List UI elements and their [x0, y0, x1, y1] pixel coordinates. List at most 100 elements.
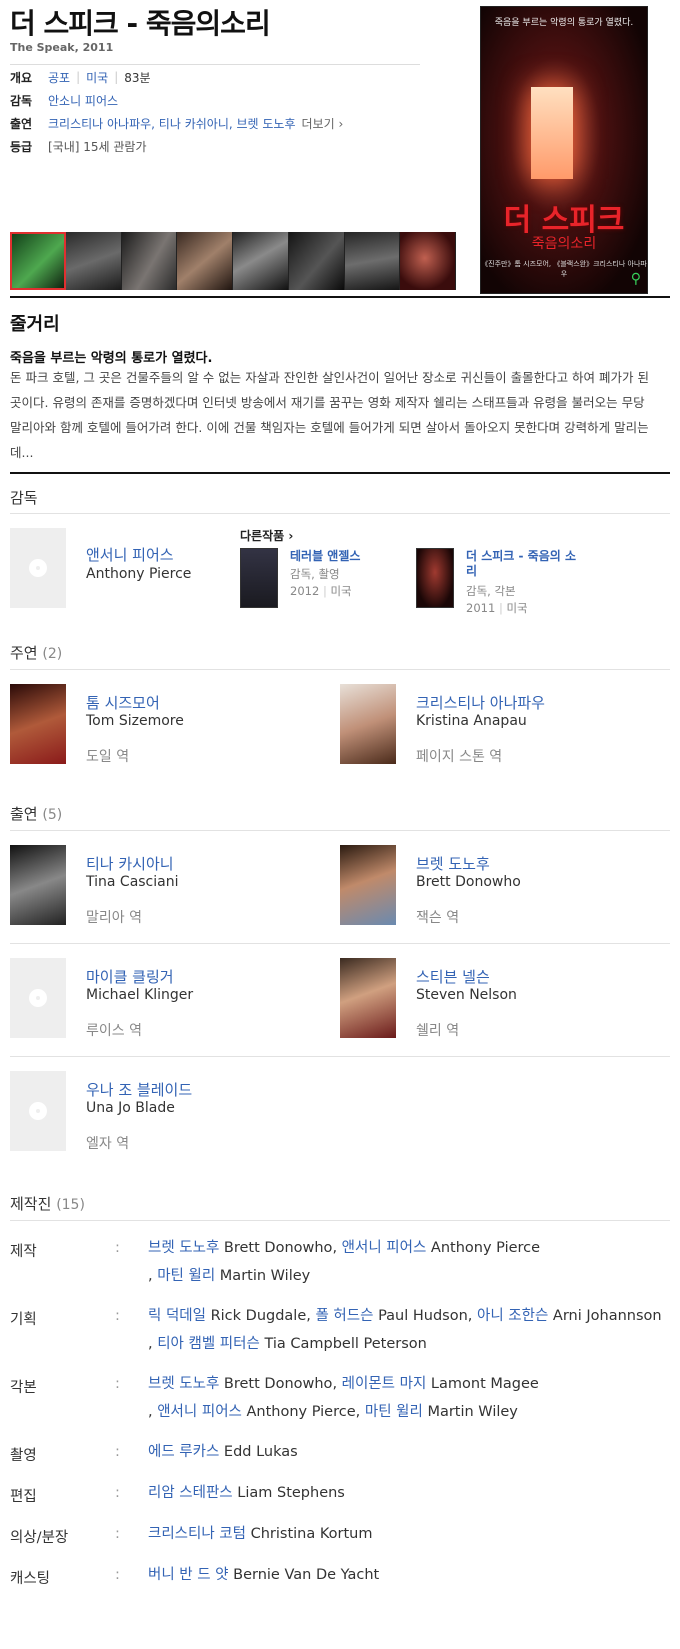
- overview-row: 개요 공포 | 미국 | 83분: [10, 67, 151, 87]
- actor-name-ko[interactable]: 마이클 클링거: [86, 966, 174, 987]
- actor-role: 말리아 역: [86, 910, 142, 926]
- still-thumbnail[interactable]: [177, 232, 233, 290]
- poster-door-image: [531, 87, 573, 179]
- crew-name-ko[interactable]: 릭 덕데일: [148, 1308, 206, 1324]
- actor-photo-placeholder[interactable]: [10, 1071, 66, 1151]
- crew-name-ko[interactable]: 마틴 윌리: [365, 1404, 423, 1420]
- crew-name-ko[interactable]: 폴 허드슨: [315, 1308, 373, 1324]
- director-name-en: Anthony Pierce: [86, 566, 192, 582]
- actor-name-ko[interactable]: 우나 조 블레이드: [86, 1079, 192, 1100]
- more-link[interactable]: 더보기 ›: [302, 115, 344, 132]
- still-thumbnail[interactable]: [10, 232, 66, 290]
- crew-name-ko[interactable]: 티아 캠벨 피터슨: [157, 1336, 260, 1352]
- actor-photo[interactable]: [340, 684, 396, 764]
- actor-photo[interactable]: [10, 845, 66, 925]
- still-thumbnail[interactable]: [288, 232, 345, 290]
- crew-colon: :: [115, 1526, 120, 1542]
- still-thumbnail[interactable]: [65, 232, 122, 290]
- crew-name-ko[interactable]: 브렛 도노후: [148, 1376, 219, 1392]
- crew-colon: :: [115, 1485, 120, 1501]
- crew-role-label: 편집: [10, 1489, 37, 1505]
- director-label: 감독: [10, 93, 33, 108]
- actor-name-ko[interactable]: 크리스티나 아나파우: [416, 692, 545, 713]
- still-thumbnail[interactable]: [400, 232, 456, 290]
- genre-link[interactable]: 공포: [48, 69, 70, 86]
- movie-poster[interactable]: 죽음을 부르는 악령의 통로가 열렸다. 더 스피크 죽음의소리 《진주만》톰 …: [480, 6, 648, 294]
- crew-role-label: 캐스팅: [10, 1571, 51, 1587]
- crew-row-cinematography: 촬영 : 에드 루카스 Edd Lukas: [10, 1444, 670, 1472]
- still-thumbnail[interactable]: [233, 232, 289, 290]
- actor-photo-placeholder[interactable]: [10, 958, 66, 1038]
- other-works-label[interactable]: 다른작품 ›: [240, 527, 293, 544]
- actor-role: 잭슨 역: [416, 910, 460, 926]
- actor-role: 엘자 역: [86, 1136, 130, 1152]
- crew-name-ko[interactable]: 리암 스테판스: [148, 1485, 233, 1501]
- actor-name-ko[interactable]: 톰 시즈모어: [86, 692, 160, 713]
- section-divider: [10, 513, 670, 514]
- crew-row-production: 제작 : 브렛 도노후 Brett Donowho, 앤서니 피어스 Antho…: [10, 1240, 670, 1296]
- still-thumbnail[interactable]: [121, 232, 178, 290]
- crew-names: 릭 덕데일 Rick Dugdale, 폴 허드슨 Paul Hudson, 아…: [148, 1308, 662, 1352]
- work-role: 감독, 각본: [466, 584, 516, 598]
- crew-row-planning: 기획 : 릭 덕데일 Rick Dugdale, 폴 허드슨 Paul Huds…: [10, 1308, 670, 1364]
- crew-name-ko[interactable]: 레이몬트 마지: [342, 1376, 427, 1392]
- director-link[interactable]: 안소니 피어스: [48, 92, 118, 109]
- actor-name-ko[interactable]: 티나 카시아니: [86, 853, 174, 874]
- crew-names: 브렛 도노후 Brett Donowho, 레이몬트 마지 Lamont Mag…: [148, 1376, 539, 1420]
- crew-colon: :: [115, 1376, 120, 1392]
- country-link[interactable]: 미국: [86, 69, 108, 86]
- rating-row: 등급 [국내] 15세 관람가: [10, 136, 147, 156]
- actor-name-ko[interactable]: 스티븐 넬슨: [416, 966, 490, 987]
- film-reel-icon: [29, 559, 47, 577]
- crew-names: 리암 스테판스 Liam Stephens: [148, 1485, 345, 1501]
- work-role: 감독, 촬영: [290, 567, 340, 581]
- actor-photo[interactable]: [340, 958, 396, 1038]
- director-photo-placeholder[interactable]: [10, 528, 66, 608]
- section-divider: [10, 669, 670, 670]
- crew-name-ko[interactable]: 버니 반 드 얏: [148, 1567, 229, 1583]
- crew-names: 브렛 도노후 Brett Donowho, 앤서니 피어스 Anthony Pi…: [148, 1240, 541, 1284]
- work-title[interactable]: 더 스피크 - 죽음의 소리: [466, 549, 576, 579]
- actor-role: 페이지 스톤 역: [416, 749, 503, 765]
- crew-name-ko[interactable]: 크리스티나 코텀: [148, 1526, 246, 1542]
- cast-links[interactable]: 크리스티나 아나파우, 티나 카쉬아니, 브렛 도노후: [48, 115, 296, 132]
- work-poster[interactable]: [416, 548, 454, 608]
- section-divider: [10, 830, 670, 831]
- crew-name-ko[interactable]: 에드 루카스: [148, 1444, 219, 1460]
- poster-credits: 《진주만》톰 시즈모어, 《블랙스완》크리스티나 아나파우: [481, 260, 647, 278]
- crew-name-ko[interactable]: 브렛 도노후: [148, 1240, 219, 1256]
- actor-role: 루이스 역: [86, 1023, 142, 1039]
- section-divider: [10, 472, 670, 474]
- runtime: 83분: [124, 70, 151, 85]
- crew-name-ko[interactable]: 앤서니 피어스: [342, 1240, 427, 1256]
- actor-name-ko[interactable]: 브렛 도노후: [416, 853, 490, 874]
- magnify-icon[interactable]: ⚲: [631, 271, 641, 287]
- crew-name-ko[interactable]: 앤서니 피어스: [157, 1404, 242, 1420]
- still-thumbnail[interactable]: [344, 232, 401, 290]
- work-title[interactable]: 테러블 앤젤스: [290, 549, 400, 564]
- actor-name-en: Michael Klinger: [86, 987, 194, 1003]
- crew-role-label: 제작: [10, 1244, 37, 1260]
- overview-label: 개요: [10, 70, 33, 85]
- crew-role-label: 의상/분장: [10, 1530, 69, 1546]
- film-reel-icon: [29, 989, 47, 1007]
- work-poster[interactable]: [240, 548, 278, 608]
- synopsis-heading: 줄거리: [10, 314, 60, 335]
- separator: |: [114, 70, 119, 84]
- synopsis-line: 곳이다. 유령의 존재를 증명하겠다며 인터넷 방송에서 재기를 꿈꾸는 영화 …: [10, 395, 645, 410]
- actor-photo[interactable]: [10, 684, 66, 764]
- crew-name-ko[interactable]: 아니 조한슨: [477, 1308, 548, 1324]
- rating-value: [국내] 15세 관람가: [48, 139, 147, 154]
- director-name-ko[interactable]: 앤서니 피어스: [86, 544, 174, 565]
- rating-label: 등급: [10, 139, 33, 154]
- supporting-section-label: 출연 (5): [10, 805, 63, 823]
- cast-row: 출연 크리스티나 아나파우, 티나 카쉬아니, 브렛 도노후 더보기 ›: [10, 113, 343, 133]
- film-reel-icon: [29, 1102, 47, 1120]
- crew-name-ko[interactable]: 마틴 윌리: [157, 1268, 215, 1284]
- actor-role: 도일 역: [86, 749, 130, 765]
- movie-title: 더 스피크 - 죽음의소리: [10, 7, 271, 40]
- actor-photo[interactable]: [340, 845, 396, 925]
- synopsis-text: 돈 파크 호텔, 그 곳은 건물주들의 알 수 없는 자살과 잔인한 살인사건이…: [10, 365, 670, 465]
- crew-colon: :: [115, 1567, 120, 1583]
- crew-colon: :: [115, 1240, 120, 1256]
